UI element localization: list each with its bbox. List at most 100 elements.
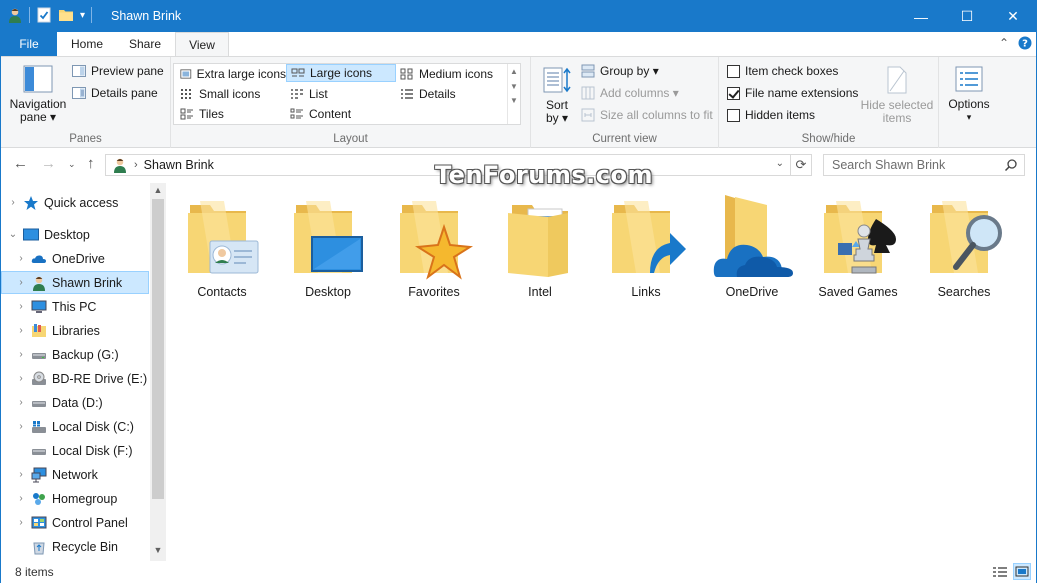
nav-item-recycle-bin[interactable]: › Recycle Bin <box>1 535 149 558</box>
folder-item-desktop[interactable]: Desktop <box>275 191 381 299</box>
expand-chevron-icon[interactable]: › <box>15 421 27 432</box>
tab-home[interactable]: Home <box>61 32 113 56</box>
folder-item-contacts[interactable]: Contacts <box>169 191 275 299</box>
folder-name[interactable]: Contacts <box>169 285 275 299</box>
customize-toolbar-icon[interactable]: ▾ <box>80 10 85 21</box>
hidden-items-toggle[interactable]: Hidden items <box>727 108 815 122</box>
expand-chevron-icon[interactable]: › <box>15 253 27 264</box>
folder-item-saved-games[interactable]: Saved Games <box>805 191 911 299</box>
tab-share[interactable]: Share <box>119 32 171 56</box>
navigation-pane-button[interactable]: Navigation pane ▾ <box>7 65 69 124</box>
minimize-button[interactable]: — <box>898 1 944 32</box>
item-check-boxes-checkbox[interactable] <box>727 64 740 78</box>
folder-name[interactable]: Intel <box>487 285 593 299</box>
recent-locations-icon[interactable]: ⌄ <box>68 159 76 170</box>
nav-item-bd-re-drive-e[interactable]: › BD-RE Drive (E:) <box>1 367 149 390</box>
collapse-chevron-icon[interactable]: ⌄ <box>7 229 19 240</box>
breadcrumb[interactable]: Shawn Brink <box>144 158 214 172</box>
layout-list[interactable]: List <box>286 85 396 103</box>
refresh-button[interactable]: ⟳ <box>790 154 812 176</box>
expand-chevron-icon[interactable]: › <box>15 301 27 312</box>
expand-chevron-icon[interactable]: › <box>15 469 27 480</box>
nav-pane-scrollbar[interactable]: ▲ ▼ <box>150 183 166 561</box>
layout-tiles[interactable]: Tiles <box>176 105 286 123</box>
scroll-down-icon[interactable]: ▼ <box>150 545 166 555</box>
gallery-expand-icon[interactable]: ▼ <box>508 96 520 105</box>
large-icons-view-button[interactable] <box>1013 563 1031 580</box>
layout-large-icons[interactable]: Large icons <box>286 64 396 82</box>
layout-small-icons[interactable]: Small icons <box>176 85 286 103</box>
close-button[interactable]: ✕ <box>990 1 1036 32</box>
layout-gallery-scroll[interactable]: ▲ ▼ ▼ <box>507 64 520 124</box>
search-box[interactable]: Search Shawn Brink <box>823 154 1025 176</box>
scroll-up-icon[interactable]: ▲ <box>508 67 520 76</box>
folder-item-searches[interactable]: Searches <box>911 191 1017 299</box>
maximize-button[interactable]: ☐ <box>944 1 990 32</box>
expand-chevron-icon[interactable]: › <box>15 373 27 384</box>
details-view-button[interactable] <box>991 563 1009 580</box>
folder-item-favorites[interactable]: Favorites <box>381 191 487 299</box>
folder-name[interactable]: Favorites <box>381 285 487 299</box>
nav-item-local-disk-f[interactable]: › Local Disk (F:) <box>1 439 149 462</box>
nav-item-backup-g[interactable]: › Backup (G:) <box>1 343 149 366</box>
folder-item-intel[interactable]: Intel <box>487 191 593 299</box>
details-pane-button[interactable]: Details pane <box>72 86 158 100</box>
tab-file[interactable]: File <box>1 32 57 56</box>
expand-chevron-icon[interactable]: › <box>15 277 27 288</box>
nav-item-libraries[interactable]: › Libraries <box>1 319 149 342</box>
scrollbar-thumb[interactable] <box>152 199 164 499</box>
expand-chevron-icon[interactable]: › <box>7 197 19 208</box>
sort-by-button[interactable]: Sort by ▾ <box>539 65 575 125</box>
scroll-up-icon[interactable]: ▲ <box>150 185 166 195</box>
up-button[interactable]: ↑ <box>87 155 95 172</box>
nav-item-this-pc[interactable]: › This PC <box>1 295 149 318</box>
folder-name[interactable]: Saved Games <box>805 285 911 299</box>
layout-medium-icons[interactable]: Medium icons <box>396 65 506 83</box>
help-icon[interactable]: ? <box>1018 36 1032 50</box>
nav-item-data-d[interactable]: › Data (D:) <box>1 391 149 414</box>
expand-chevron-icon[interactable]: › <box>15 325 27 336</box>
address-dropdown-icon[interactable]: ⌄ <box>776 158 784 169</box>
tab-view[interactable]: View <box>175 32 229 57</box>
expand-chevron-icon[interactable]: › <box>15 493 27 504</box>
folder-item-links[interactable]: Links <box>593 191 699 299</box>
search-icon[interactable] <box>1004 158 1018 172</box>
scroll-down-icon[interactable]: ▼ <box>508 82 520 91</box>
nav-item-shawn-brink[interactable]: › Shawn Brink <box>1 271 149 294</box>
properties-icon[interactable] <box>36 7 52 23</box>
layout-extra-large-icons[interactable]: Extra large icons <box>176 65 286 83</box>
folder-name[interactable]: Links <box>593 285 699 299</box>
forward-button[interactable]: → <box>41 155 56 172</box>
new-folder-icon[interactable] <box>58 7 74 23</box>
group-by-button[interactable]: Group by ▾ <box>581 64 659 78</box>
nav-item-desktop[interactable]: ⌄ Desktop <box>1 223 149 246</box>
folder-name[interactable]: Searches <box>911 285 1017 299</box>
back-button[interactable]: ← <box>13 155 28 172</box>
nav-item-quick-access[interactable]: › Quick access <box>1 191 149 214</box>
folder-item-onedrive[interactable]: OneDrive <box>699 191 805 299</box>
hidden-items-checkbox[interactable] <box>727 108 740 122</box>
add-columns-button[interactable]: Add columns ▾ <box>581 86 679 100</box>
folder-name[interactable]: Desktop <box>275 285 381 299</box>
file-name-extensions-checkbox[interactable] <box>727 86 740 100</box>
nav-item-onedrive[interactable]: › OneDrive <box>1 247 149 270</box>
nav-item-homegroup[interactable]: › Homegroup <box>1 487 149 510</box>
expand-ribbon-icon[interactable]: ⌃ <box>999 36 1009 50</box>
layout-details[interactable]: Details <box>396 85 506 103</box>
folder-name[interactable]: OneDrive <box>699 285 805 299</box>
file-name-extensions-toggle[interactable]: File name extensions <box>727 86 858 100</box>
expand-chevron-icon[interactable]: › <box>15 397 27 408</box>
nav-item-local-disk-c[interactable]: › Local Disk (C:) <box>1 415 149 438</box>
item-check-boxes-toggle[interactable]: Item check boxes <box>727 64 838 78</box>
nav-item-network[interactable]: › Network <box>1 463 149 486</box>
search-input[interactable]: Search Shawn Brink <box>832 158 945 172</box>
expand-chevron-icon[interactable]: › <box>15 349 27 360</box>
size-all-columns-button[interactable]: Size all columns to fit <box>581 108 713 122</box>
hide-selected-items-button[interactable]: Hide selected items <box>859 65 935 125</box>
preview-pane-button[interactable]: Preview pane <box>72 64 164 78</box>
layout-content[interactable]: Content <box>286 105 396 123</box>
options-button[interactable]: Options ▾ <box>943 65 995 124</box>
nav-item-control-panel[interactable]: › Control Panel <box>1 511 149 534</box>
breadcrumb-chevron-icon[interactable]: › <box>134 159 138 171</box>
expand-chevron-icon[interactable]: › <box>15 517 27 528</box>
